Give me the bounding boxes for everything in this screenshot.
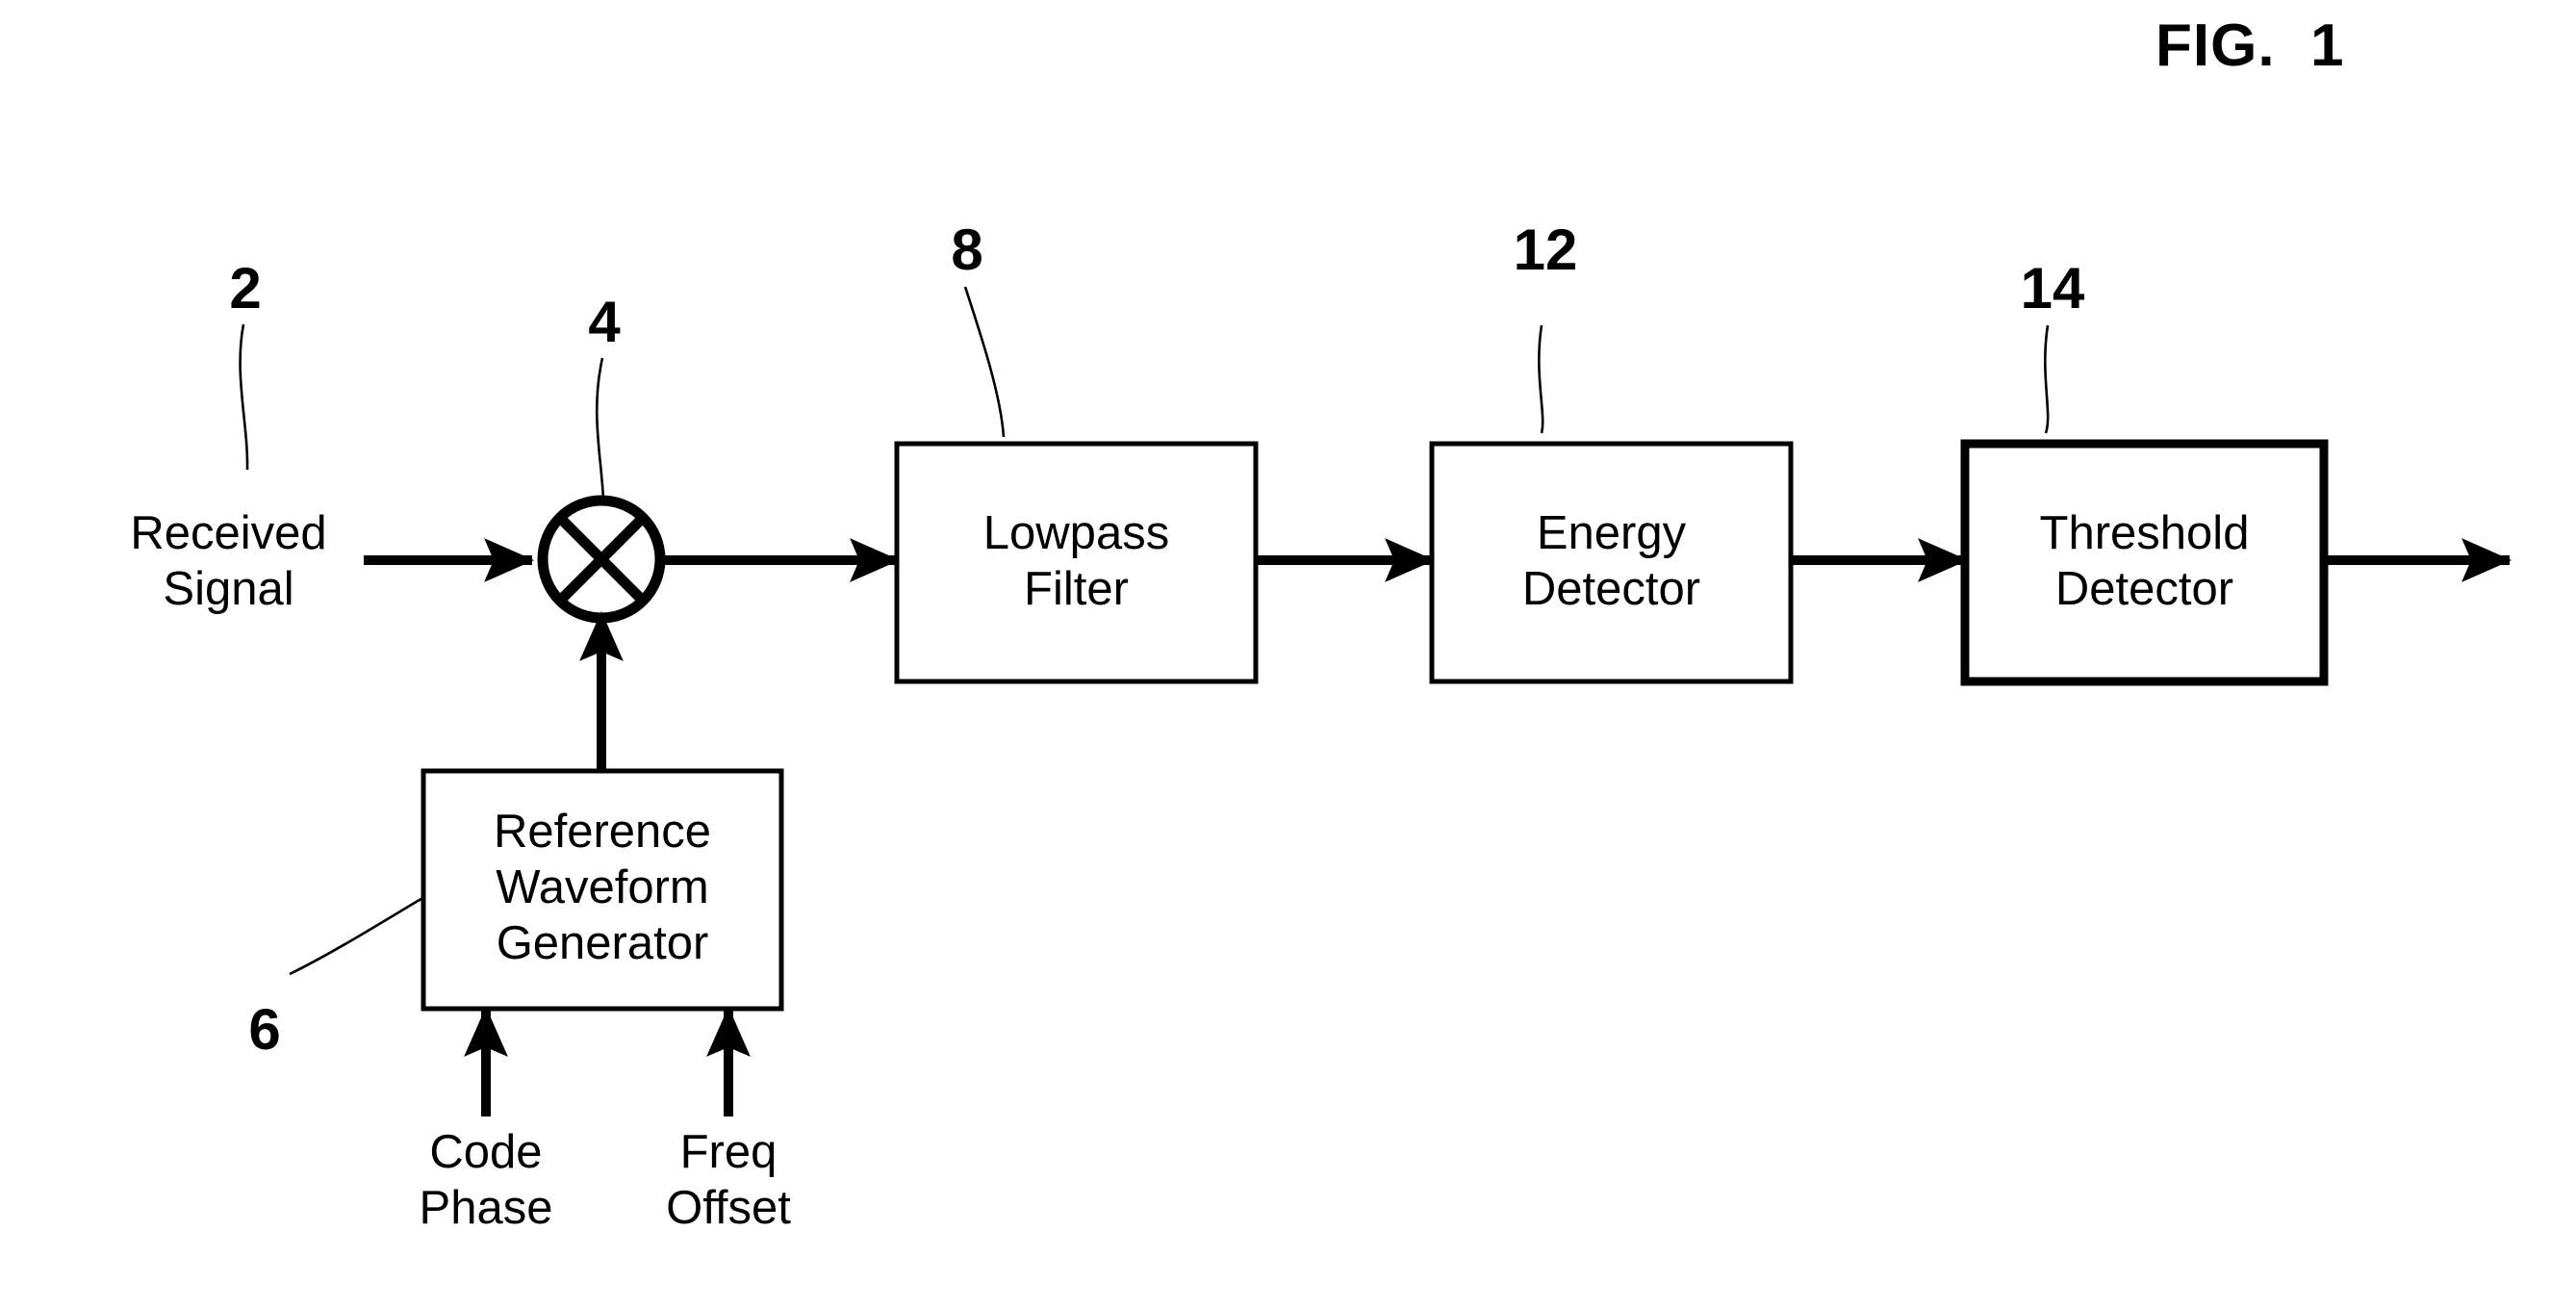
reference-numeral-4: 4 (588, 290, 621, 354)
threshold-detector-label: Threshold Detector (2039, 507, 2250, 615)
reference-numeral-14: 14 (2020, 256, 2085, 321)
received-signal-label: Received Signal (130, 507, 327, 615)
reference-waveform-generator-label: Reference Waveform Generator (493, 806, 712, 969)
mixer-symbol (537, 495, 666, 624)
reference-numeral-2: 2 (229, 256, 262, 321)
leader-line-ref-14 (2044, 324, 2050, 434)
leader-line-ref-2 (239, 323, 249, 471)
reference-numeral-12: 12 (1513, 218, 1578, 282)
freq-offset-label: Freq Offset (666, 1126, 791, 1234)
reference-numeral-8: 8 (951, 218, 983, 282)
leader-line-ref-8 (963, 286, 1006, 438)
energy-detector-label: Energy Detector (1521, 507, 1701, 615)
code-phase-label: Code Phase (419, 1126, 553, 1234)
leader-line-ref-12 (1538, 324, 1544, 434)
leader-line-ref-4 (595, 357, 605, 502)
figure-title: FIG. 1 (2155, 13, 2345, 79)
lowpass-filter-label: Lowpass Filter (982, 507, 1170, 615)
figure-canvas: FIG. 1 2 4 6 8 12 14 Lowpass Filter Ener… (0, 0, 2576, 1309)
reference-numeral-6: 6 (248, 997, 281, 1062)
diagram-graphics (239, 286, 2512, 1116)
leader-line-ref-6 (289, 895, 425, 976)
